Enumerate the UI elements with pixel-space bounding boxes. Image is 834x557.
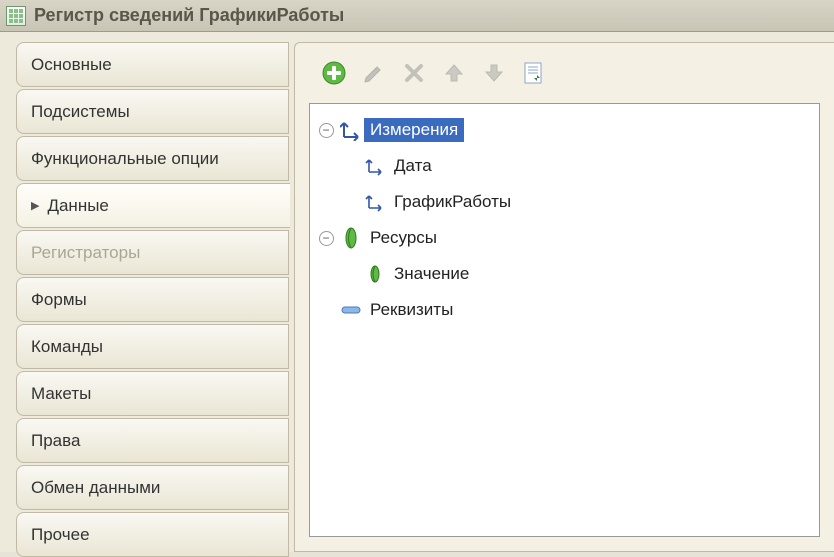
sidebar-item-layouts[interactable]: Макеты [16,371,289,416]
sidebar-item-label: Прочее [31,525,90,545]
sidebar-item-label: Регистраторы [31,243,140,263]
edit-button[interactable] [359,58,389,88]
body: Основные Подсистемы Функциональные опции… [0,32,834,552]
tree-node-value[interactable]: Значение [314,256,815,292]
tree-node-attributes[interactable]: Реквизиты [314,292,815,328]
tree-label: Дата [388,154,438,178]
tree-node-resources[interactable]: − Ресурсы [314,220,815,256]
tree-node-work-schedule[interactable]: ГрафикРаботы [314,184,815,220]
plus-circle-icon [322,61,346,85]
tree-label: Ресурсы [364,226,443,250]
toolbar [295,43,834,103]
sidebar-item-exchange[interactable]: Обмен данными [16,465,289,510]
sidebar-item-label: Основные [31,55,112,75]
sidebar-item-rights[interactable]: Права [16,418,289,463]
dimension-icon [362,156,388,176]
sidebar-item-label: Данные [47,196,108,216]
properties-button[interactable] [519,58,549,88]
titlebar: Регистр сведений ГрафикиРаботы [0,0,834,32]
tree-label: Измерения [364,118,464,142]
sidebar-item-other[interactable]: Прочее [16,512,289,557]
sidebar-item-commands[interactable]: Команды [16,324,289,369]
sidebar-item-label: Команды [31,337,103,357]
pencil-icon [363,62,385,84]
sidebar-item-data[interactable]: Данные [16,183,290,228]
resource-folder-icon [338,227,364,249]
sidebar-item-forms[interactable]: Формы [16,277,289,322]
sheet-arrow-icon [522,61,546,85]
sidebar-item-label: Права [31,431,80,451]
sidebar-item-subsystems[interactable]: Подсистемы [16,89,289,134]
attribute-folder-icon [338,305,364,315]
structure-tree: − Измерения Дата ГрафикРаботы − [309,103,820,537]
dimension-icon [362,192,388,212]
tree-label: ГрафикРаботы [388,190,517,214]
resource-icon [362,264,388,284]
x-icon [404,63,424,83]
collapse-icon[interactable]: − [319,231,334,246]
sidebar-item-func-options[interactable]: Функциональные опции [16,136,289,181]
collapse-icon[interactable]: − [319,123,334,138]
tree-label: Реквизиты [364,298,459,322]
sidebar-item-label: Функциональные опции [31,149,219,169]
arrow-down-icon [483,62,505,84]
sidebar-item-label: Подсистемы [31,102,130,122]
sidebar-item-label: Обмен данными [31,478,160,498]
sidebar-item-label: Формы [31,290,87,310]
add-button[interactable] [319,58,349,88]
sidebar-item-label: Макеты [31,384,91,404]
move-down-button[interactable] [479,58,509,88]
sidebar-item-main[interactable]: Основные [16,42,289,87]
sidebar: Основные Подсистемы Функциональные опции… [0,42,295,552]
dimension-folder-icon [338,119,364,141]
delete-button[interactable] [399,58,429,88]
tree-node-dimensions[interactable]: − Измерения [314,112,815,148]
arrow-up-icon [443,62,465,84]
move-up-button[interactable] [439,58,469,88]
tree-node-date[interactable]: Дата [314,148,815,184]
tree-label: Значение [388,262,475,286]
register-icon [6,6,26,26]
sidebar-item-registrars[interactable]: Регистраторы [16,230,289,275]
main-panel: − Измерения Дата ГрафикРаботы − [294,42,834,552]
window-title: Регистр сведений ГрафикиРаботы [34,5,344,26]
